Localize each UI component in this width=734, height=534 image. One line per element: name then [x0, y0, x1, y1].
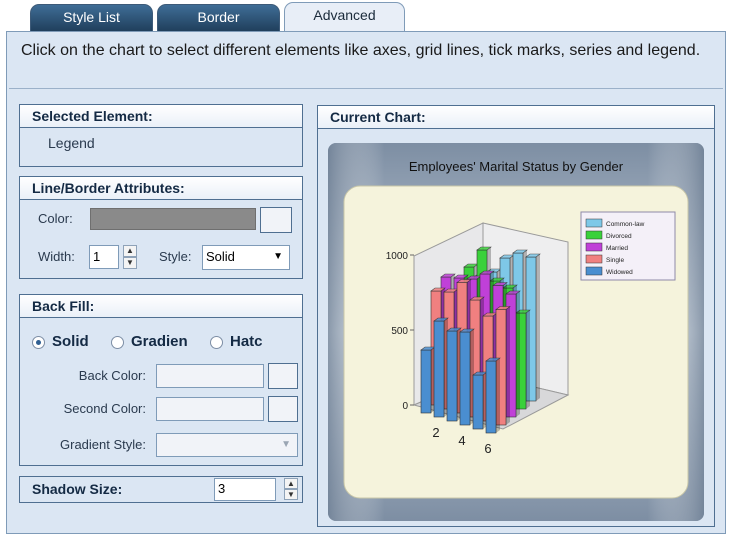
- chevron-down-icon: ▼: [273, 251, 283, 262]
- chart-canvas[interactable]: Employees' Marital Status by Gender 0 500…: [318, 129, 714, 527]
- width-input[interactable]: 1: [89, 245, 119, 269]
- legend-swatch: [585, 254, 603, 264]
- bar: [420, 349, 432, 414]
- x-tick-label: 6: [484, 441, 491, 456]
- legend-swatch: [585, 230, 603, 240]
- legend-entry-label: Divorced: [606, 233, 632, 240]
- shadow-size-input[interactable]: 3: [214, 478, 276, 501]
- legend-entry-label: Common-law: [606, 221, 645, 228]
- hatch-radio-label[interactable]: Hatc: [230, 333, 263, 350]
- solid-radio-label[interactable]: Solid: [52, 333, 89, 350]
- bar: [472, 374, 484, 430]
- second-color-label: Second Color:: [63, 401, 146, 416]
- back-color-picker-button[interactable]: [268, 363, 298, 389]
- line-style-value: Solid: [206, 249, 235, 264]
- current-chart-group: Current Chart: Employees' Marital Status: [317, 105, 715, 527]
- tab-style-list[interactable]: Style List: [30, 4, 153, 31]
- tab-advanced[interactable]: Advanced: [284, 2, 405, 32]
- legend-entry-label: Widowed: [606, 269, 633, 276]
- legend-swatch: [585, 242, 603, 252]
- bar-side: [526, 310, 530, 409]
- style-label: Style:: [159, 249, 192, 264]
- selected-element-group: Selected Element: Legend: [19, 104, 303, 167]
- advanced-panel: Click on the chart to select different e…: [6, 31, 726, 534]
- color-label: Color:: [38, 211, 73, 226]
- selected-element-heading: Selected Element:: [20, 105, 302, 128]
- chart-title: Employees' Marital Status by Gender: [409, 159, 624, 174]
- line-color-preview[interactable]: [90, 208, 256, 230]
- legend-entry-label: Single: [606, 257, 624, 264]
- solid-radio[interactable]: [32, 336, 45, 349]
- second-color-picker-button[interactable]: [268, 396, 298, 422]
- bar: [485, 360, 497, 434]
- current-chart-heading: Current Chart:: [318, 106, 714, 129]
- line-border-group: Line/Border Attributes: Color: Width: 1 …: [19, 176, 303, 279]
- y-tick-label: 1000: [386, 251, 409, 262]
- line-border-heading: Line/Border Attributes:: [20, 177, 302, 200]
- back-color-field: [156, 364, 264, 388]
- gradient-style-label: Gradient Style:: [60, 437, 146, 452]
- shadow-size-label: Shadow Size:: [32, 481, 123, 497]
- y-tick-label: 500: [391, 326, 408, 337]
- gradient-radio[interactable]: [111, 336, 124, 349]
- divider: [9, 88, 723, 89]
- x-tick-label: 4: [458, 433, 465, 448]
- width-label: Width:: [38, 249, 75, 264]
- hatch-radio[interactable]: [210, 336, 223, 349]
- line-color-picker-button[interactable]: [260, 207, 292, 233]
- bar-side: [506, 306, 510, 425]
- bar-side: [516, 291, 520, 417]
- bar: [459, 331, 471, 426]
- legend-entry-label: Married: [606, 245, 628, 252]
- second-color-field: [156, 397, 264, 421]
- shadow-size-group: Shadow Size: 3 ▲ ▼: [19, 476, 303, 503]
- legend-swatch: [585, 266, 603, 276]
- line-style-select[interactable]: Solid ▼: [202, 245, 290, 270]
- tab-border[interactable]: Border: [157, 4, 280, 31]
- bar-side: [496, 358, 500, 433]
- chart-legend[interactable]: Common-law Divorced Married Single Widowed: [580, 211, 676, 281]
- tab-strip: Style List Border Advanced: [0, 0, 734, 32]
- back-fill-group: Back Fill: Solid Gradien Hatc Back Color…: [19, 294, 303, 466]
- legend-swatch: [585, 218, 603, 228]
- width-spin-up[interactable]: ▲: [123, 245, 137, 257]
- width-spin-down[interactable]: ▼: [123, 257, 137, 269]
- shadow-spin-up[interactable]: ▲: [284, 478, 298, 489]
- gradient-radio-label[interactable]: Gradien: [131, 333, 188, 350]
- back-fill-heading: Back Fill:: [20, 295, 302, 318]
- gradient-style-select[interactable]: ▼: [156, 433, 298, 457]
- instructions-text: Click on the chart to select different e…: [21, 42, 701, 59]
- bar: [446, 330, 458, 422]
- x-tick-label: 2: [432, 425, 439, 440]
- selected-element-value: Legend: [48, 135, 95, 151]
- chevron-down-icon: ▼: [281, 439, 291, 450]
- y-tick-label: 0: [402, 401, 408, 412]
- shadow-spin-down[interactable]: ▼: [284, 489, 298, 500]
- bar-side: [536, 254, 540, 401]
- back-color-label: Back Color:: [78, 368, 146, 383]
- bar: [433, 320, 445, 418]
